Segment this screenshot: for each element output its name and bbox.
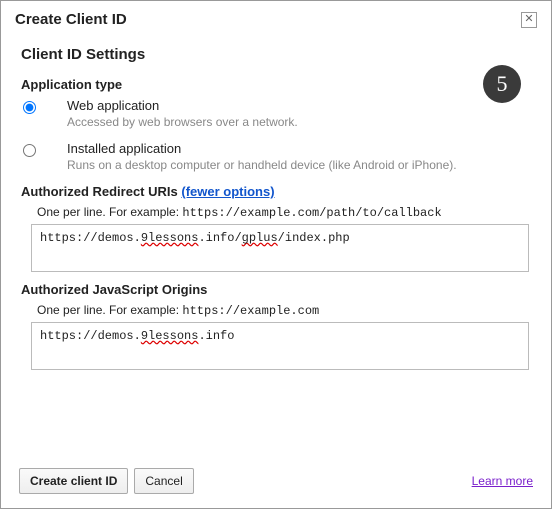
js-origins-hint-example: https://example.com xyxy=(182,304,319,318)
app-type-heading: Application type xyxy=(21,77,531,92)
redirect-heading-text: Authorized Redirect URIs xyxy=(21,184,181,199)
close-icon[interactable]: ✕ xyxy=(521,12,537,28)
create-client-id-button[interactable]: Create client ID xyxy=(19,468,128,494)
radio-web-application[interactable] xyxy=(23,101,36,114)
dialog-header: Create Client ID ✕ xyxy=(1,1,551,34)
js-origins-hint: One per line. For example: https://examp… xyxy=(37,303,531,318)
redirect-uris-heading: Authorized Redirect URIs (fewer options) xyxy=(21,184,531,199)
radio-desc: Runs on a desktop computer or handheld d… xyxy=(67,158,531,172)
redirect-hint: One per line. For example: https://examp… xyxy=(37,205,531,220)
dialog-body: 5 Client ID Settings Application type We… xyxy=(1,34,551,458)
create-client-id-dialog: Create Client ID ✕ 5 Client ID Settings … xyxy=(0,0,552,509)
dialog-title: Create Client ID xyxy=(15,11,127,28)
redirect-uris-input[interactable]: https://demos.9lessons.info/gplus/index.… xyxy=(31,224,529,272)
js-origins-input[interactable]: https://demos.9lessons.info xyxy=(31,322,529,370)
js-origins-heading: Authorized JavaScript Origins xyxy=(21,282,531,297)
js-origins-hint-prefix: One per line. For example: xyxy=(37,303,182,317)
learn-more-link[interactable]: Learn more xyxy=(472,474,533,488)
redirect-hint-example: https://example.com/path/to/callback xyxy=(182,206,441,220)
dialog-footer: Create client ID Cancel Learn more xyxy=(1,458,551,508)
step-badge: 5 xyxy=(483,65,521,103)
redirect-hint-prefix: One per line. For example: xyxy=(37,205,182,219)
radio-installed-application[interactable] xyxy=(23,144,36,157)
settings-heading: Client ID Settings xyxy=(21,46,531,63)
cancel-button[interactable]: Cancel xyxy=(134,468,193,494)
fewer-options-link[interactable]: (fewer options) xyxy=(181,184,274,199)
app-type-option-web: Web application Accessed by web browsers… xyxy=(21,98,531,129)
radio-desc: Accessed by web browsers over a network. xyxy=(67,115,531,129)
radio-label: Installed application xyxy=(67,141,531,156)
app-type-option-installed: Installed application Runs on a desktop … xyxy=(21,141,531,172)
radio-label: Web application xyxy=(67,98,531,113)
